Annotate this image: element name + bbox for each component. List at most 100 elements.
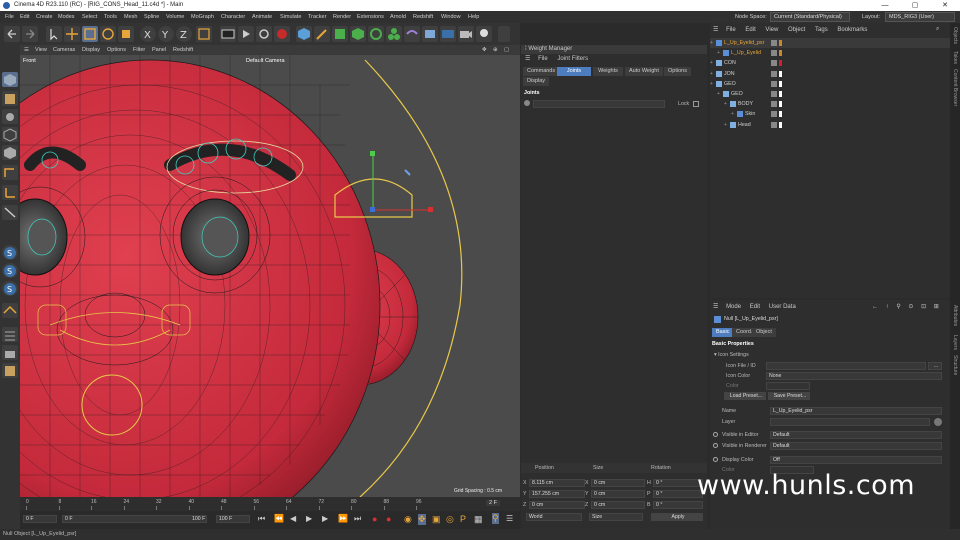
texture-mode-icon[interactable]	[2, 91, 18, 106]
om-layer-icon[interactable]	[771, 101, 777, 108]
om-layer-icon[interactable]	[771, 70, 777, 77]
am-navigation-icons[interactable]: ← ↑ ⚲ ⊙ ⊡ ⊞	[872, 303, 942, 310]
am-menu-user-data[interactable]: User Data	[769, 304, 796, 310]
menu-select[interactable]: Select	[82, 11, 97, 23]
om-visibility-dots-icon[interactable]	[779, 40, 782, 46]
motion-tracker-icon[interactable]: ⚲	[492, 513, 499, 524]
menu-character[interactable]: Character	[221, 11, 245, 23]
om-layer-icon[interactable]	[771, 50, 777, 57]
om-object-row[interactable]: + CON	[710, 58, 950, 68]
layout-dropdown[interactable]: MDS_RIG3 (User)	[885, 12, 955, 22]
om-object-name[interactable]: Head	[738, 120, 751, 130]
polygons-mode-icon[interactable]	[2, 145, 18, 160]
dock-tab-takes[interactable]: Takes	[952, 51, 958, 64]
prev-key-icon[interactable]: ⏪	[274, 514, 284, 523]
am-name-input[interactable]: L_Up_Eyelid_psr	[770, 407, 942, 415]
am-icon-file-input[interactable]	[766, 362, 926, 370]
om-object-name[interactable]: L_Up_Eyelid	[731, 48, 761, 58]
rotate-icon[interactable]	[100, 26, 116, 42]
om-object-name[interactable]: L_Up_Eyelid_psr	[724, 38, 764, 48]
am-menu-edit[interactable]: Edit	[750, 304, 760, 310]
om-expand-icon[interactable]: +	[724, 120, 727, 130]
menu-window[interactable]: Window	[441, 11, 461, 23]
next-frame-icon[interactable]: ▶	[322, 514, 328, 523]
menu-redshift[interactable]: Redshift	[413, 11, 433, 23]
om-layer-icon[interactable]	[771, 60, 777, 67]
om-visibility-dots-icon[interactable]	[779, 70, 782, 77]
wm-tab-display[interactable]: Display	[523, 77, 550, 86]
om-menu-bookmarks[interactable]: Bookmarks	[837, 27, 867, 33]
cloner-icon[interactable]	[368, 26, 384, 42]
wm-menu-joint-filters[interactable]: Joint Filters	[557, 56, 588, 62]
wm-lock-checkbox[interactable]	[693, 101, 699, 107]
om-search-icon[interactable]: ⌕	[936, 26, 939, 33]
wm-menu-file[interactable]: File	[538, 56, 548, 62]
coords-size-mode-dropdown[interactable]: Size	[589, 513, 643, 521]
coords-rot-field[interactable]: 0 °	[653, 479, 703, 487]
viewport-maximize-icon[interactable]: ▢	[504, 45, 509, 55]
pen-icon[interactable]	[314, 26, 330, 42]
key-scale-icon[interactable]: ▣	[432, 514, 441, 525]
om-expand-icon[interactable]: +	[717, 89, 720, 99]
prev-frame-icon[interactable]: ◀	[290, 514, 296, 523]
menu-mograph[interactable]: MoGraph	[191, 11, 214, 23]
coords-pos-field[interactable]: 8.115 cm	[529, 479, 585, 487]
coordinate-system-icon[interactable]	[196, 26, 212, 42]
wm-tab-weights[interactable]: Weights	[593, 67, 623, 76]
am-tab-basic[interactable]: Basic	[712, 328, 734, 337]
viewport-menu-filter[interactable]: Filter	[133, 45, 145, 55]
wm-tab-commands[interactable]: Commands	[523, 67, 560, 76]
om-object-name[interactable]: JON	[724, 69, 735, 79]
menu-help[interactable]: Help	[468, 11, 479, 23]
om-visibility-dots-icon[interactable]	[779, 80, 782, 87]
viewport-move-icon[interactable]: ✥	[482, 45, 487, 55]
scale-icon[interactable]	[82, 26, 98, 42]
timeline-ruler[interactable]: 0 8 16 24 32 40 48 56 64 72 80 88 96 2 F	[20, 497, 520, 511]
lock-workplane-icon[interactable]	[2, 345, 18, 360]
dock-tab-objects[interactable]: Objects	[952, 27, 958, 44]
om-visibility-dots-icon[interactable]	[779, 60, 782, 67]
om-menu-edit[interactable]: Edit	[745, 27, 755, 33]
om-object-row[interactable]: + L_Up_Eyelid_psr	[710, 38, 950, 48]
om-object-name[interactable]: BODY	[738, 99, 753, 109]
am-visible-editor-dropdown[interactable]: Default	[770, 431, 942, 439]
wm-clear-search-icon[interactable]	[524, 100, 530, 106]
dock-tab-structure[interactable]: Structure	[952, 355, 958, 375]
solo-off-icon[interactable]: S	[2, 281, 18, 296]
extrude-icon[interactable]	[350, 26, 366, 42]
end-frame-field[interactable]: 100 F	[216, 515, 250, 523]
coords-apply-button[interactable]: Apply	[651, 513, 703, 521]
minimize-button[interactable]: —	[870, 0, 900, 11]
points-mode-icon[interactable]	[2, 109, 18, 124]
mograph-icon[interactable]	[386, 26, 402, 42]
om-expand-icon[interactable]: +	[724, 99, 727, 109]
keyframe-selection-icon[interactable]: ◉	[404, 514, 412, 525]
edges-mode-icon[interactable]	[2, 127, 18, 142]
am-color-swatch[interactable]	[766, 382, 810, 390]
coords-size-field[interactable]: 0 cm	[591, 490, 645, 498]
om-visibility-dots-icon[interactable]	[779, 50, 782, 57]
select-arrow-icon[interactable]	[46, 26, 62, 42]
coords-rot-field[interactable]: 0 °	[653, 490, 703, 498]
coords-size-field[interactable]: 0 cm	[591, 501, 645, 509]
am-save-preset-button[interactable]: Save Preset...	[768, 392, 810, 400]
render-view-icon[interactable]	[220, 26, 236, 42]
om-object-row[interactable]: + GEO	[710, 79, 950, 89]
move-icon[interactable]	[64, 26, 80, 42]
recent-tool-icon[interactable]	[118, 26, 134, 42]
menu-mesh[interactable]: Mesh	[124, 11, 137, 23]
om-visibility-dots-icon[interactable]	[779, 101, 782, 108]
dock-tab-layers[interactable]: Layers	[952, 335, 958, 350]
wm-tab-joints[interactable]: Joints	[557, 67, 591, 76]
wm-tab-options[interactable]: Options	[664, 67, 691, 76]
om-expand-icon[interactable]: +	[710, 69, 713, 79]
subdivision-icon[interactable]	[332, 26, 348, 42]
axis-mode-icon[interactable]	[2, 185, 18, 200]
om-visibility-dots-icon[interactable]	[779, 91, 782, 97]
menu-simulate[interactable]: Simulate	[280, 11, 301, 23]
toolbar-more-icon[interactable]	[498, 26, 510, 42]
am-visible-renderer-dropdown[interactable]: Default	[770, 442, 942, 450]
coords-size-field[interactable]: 0 cm	[591, 479, 645, 487]
timeline-menu-icon[interactable]: ☰	[506, 514, 513, 523]
om-layer-icon[interactable]	[771, 121, 777, 128]
